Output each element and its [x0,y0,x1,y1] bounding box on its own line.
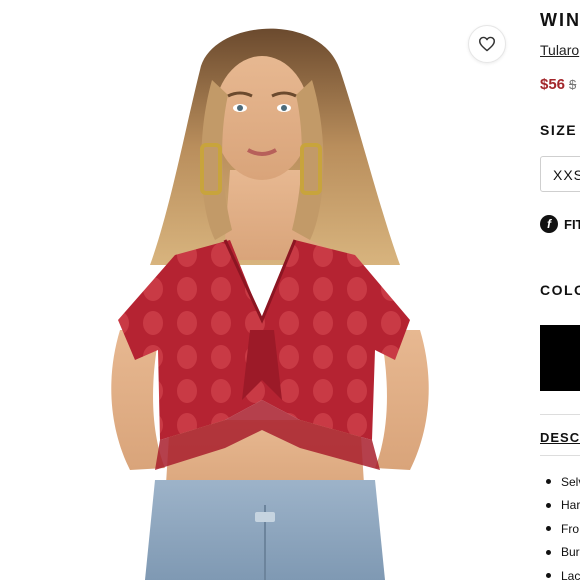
description-list: Selv Har Fro Bur Lac [540,470,580,580]
list-item: Selv [540,470,580,494]
bullet-icon [546,526,551,532]
fit-f-icon: f [540,215,558,233]
brand-link[interactable]: Tularo [540,42,579,58]
bullet-icon [546,549,551,555]
bullet-icon [546,479,551,485]
product-image[interactable] [0,0,520,580]
heart-outline-icon [478,36,495,52]
bullet-icon [546,502,551,508]
list-item: Lac [540,564,580,580]
color-heading: COLO [540,282,580,298]
favorite-button[interactable] [468,25,506,63]
list-item: Bur [540,541,580,565]
product-title: WIN [540,10,580,30]
original-price: $ [569,77,577,92]
description-tab[interactable]: DESC [540,430,580,445]
price: $56 $ [540,76,576,93]
sale-price: $56 [540,76,566,93]
size-heading: SIZE [540,122,578,138]
fit-info-link[interactable]: f FIT [540,215,580,233]
color-swatch-black[interactable] [540,325,580,391]
fit-label: FIT [564,216,580,232]
divider [540,414,580,415]
list-item: Har [540,494,580,518]
bullet-icon [546,573,551,579]
model-photo-illustration [111,28,429,580]
product-info-panel: WIN Tularo $56$ SIZE XXS f FIT COLO DESC… [528,0,580,580]
list-item: Fro [540,517,580,541]
size-select[interactable]: XXS [540,156,580,192]
divider [540,455,580,456]
